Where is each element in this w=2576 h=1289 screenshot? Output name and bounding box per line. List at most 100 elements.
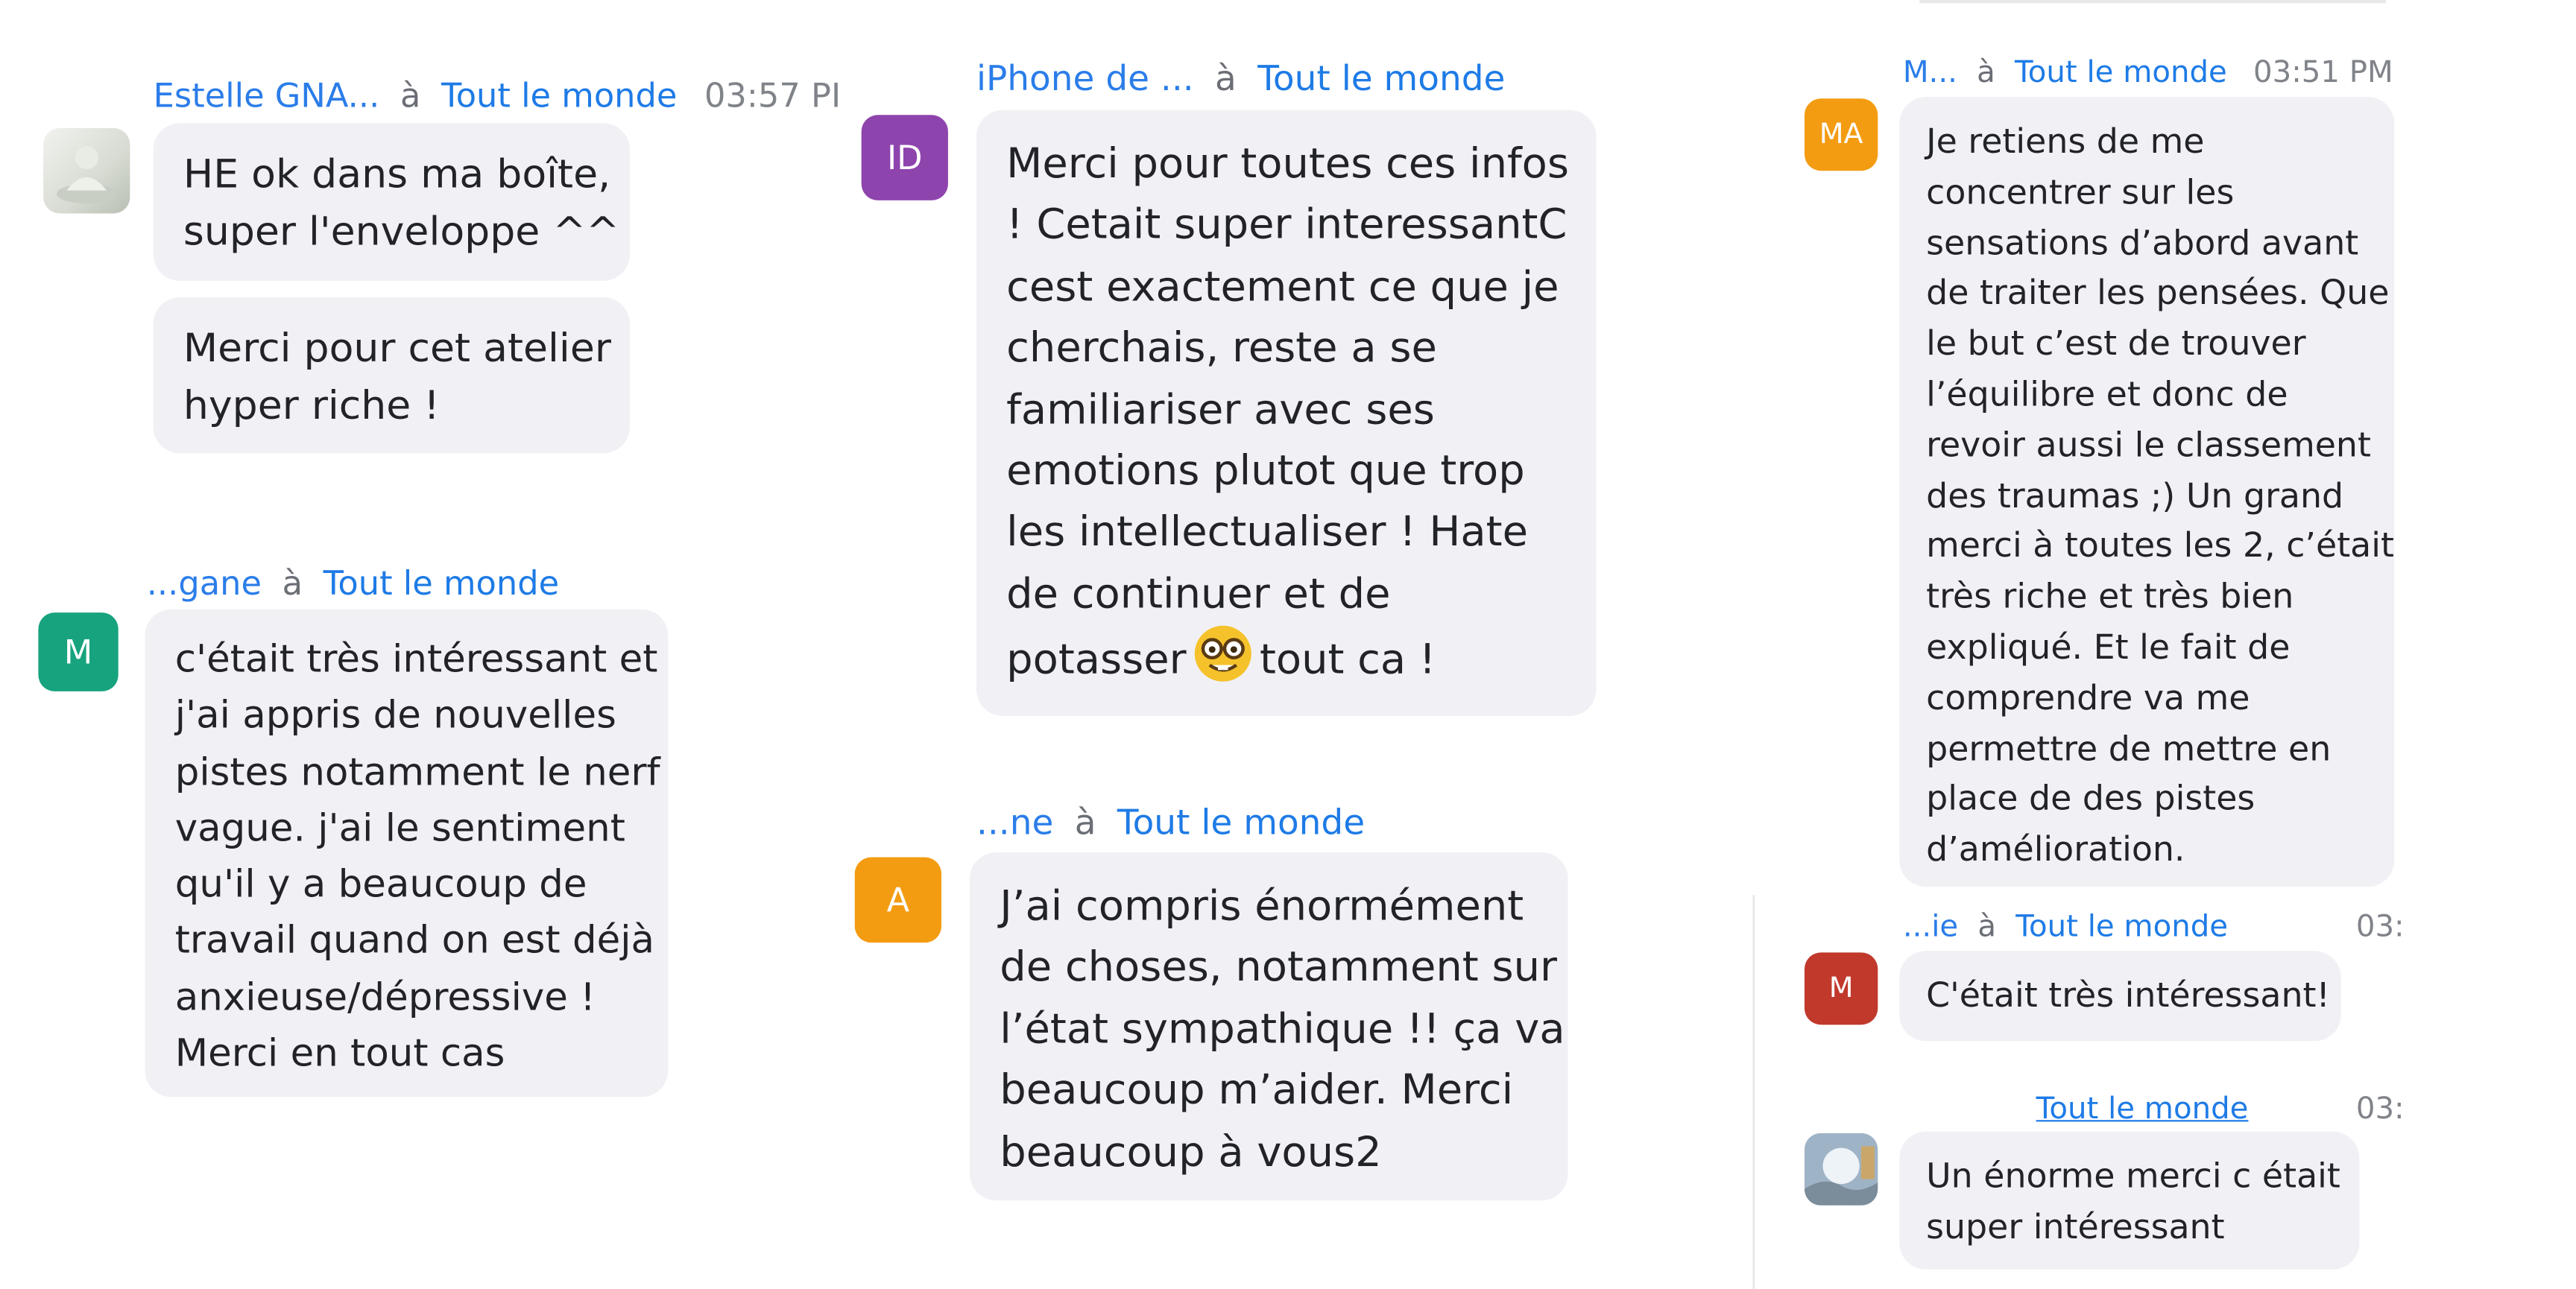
message-text-line: potasser tout ca ! [1006, 624, 1566, 691]
to-label: à [282, 563, 303, 603]
message-text-line: Merci pour cet atelier [183, 325, 611, 372]
message-time: 03: [2356, 908, 2405, 948]
message-text-line: super intéressant [1926, 1206, 2225, 1247]
recipient-link[interactable]: Tout le monde [1257, 59, 1505, 98]
avatar[interactable]: M [38, 612, 119, 691]
message-text-line: de traiter les pensées. Que [1926, 273, 2390, 313]
message-text-line: c'était très intéressant et [174, 639, 658, 682]
to-label: à [1074, 802, 1096, 843]
sender-name[interactable]: iPhone de ... [976, 59, 1194, 98]
message-header: iPhone de ... à Tout le monde [976, 59, 1505, 98]
timestamp: 03: [2355, 1092, 2405, 1127]
message-text-line: j'ai appris de nouvelles [174, 694, 616, 738]
message-text-line: beaucoup à vous2 [1000, 1127, 1382, 1176]
recipient-link[interactable]: Tout le monde [2015, 910, 2228, 944]
recipient-link[interactable]: Tout le monde [1117, 803, 1365, 843]
avatar[interactable]: MA [1804, 98, 1878, 171]
message-text-line: de continuer et de [1006, 569, 1391, 618]
avatar[interactable]: A [854, 857, 942, 943]
recipient-link[interactable]: Tout le monde [323, 563, 559, 603]
message-text-line: d’amélioration. [1926, 829, 2185, 870]
message-text-line: J’ai compris énormément [1000, 881, 1524, 930]
message-text-line: l’équilibre et donc de [1926, 374, 2288, 414]
message-text-line: concentrer sur les [1926, 171, 2235, 212]
message-time: 03: [2356, 1091, 2405, 1130]
message-text-line: sensations d’abord avant [1926, 222, 2359, 262]
message-text-line: Je retiens de me [1926, 121, 2205, 162]
message-header: ...gane à Tout le monde [147, 563, 559, 603]
message-text-line: hyper riche ! [183, 382, 440, 429]
message-text-line: C'était très intéressant! [1926, 975, 2330, 1016]
recipient-link[interactable]: Tout le monde [2015, 56, 2227, 90]
message-text-line: familiariser avec ses [1006, 385, 1435, 434]
to-label: à [1977, 55, 1995, 91]
timestamp: 03:57 PI [704, 75, 842, 115]
message-text-line: permettre de mettre en [1926, 728, 2332, 768]
message-bubble: J’ai compris énormément de choses, notam… [970, 852, 1568, 1201]
avatar-initials: ID [887, 138, 923, 178]
message-text-line: qu'il y a beaucoup de [174, 864, 587, 908]
message-text-line: merci à toutes les 2, c’était [1926, 526, 2394, 566]
message-text-line: HE ok dans ma boîte, [183, 151, 611, 197]
divider [1752, 895, 1755, 1289]
message-text-line: pistes notamment le nerf [174, 751, 660, 794]
message-text-line: Merci pour toutes ces infos [1006, 139, 1570, 188]
sender-name[interactable]: ...ie [1903, 910, 1958, 944]
message-text-line: revoir aussi le classement [1926, 425, 2371, 465]
recipient-link[interactable]: Tout le monde [2036, 1092, 2249, 1127]
message-text-line: super l'enveloppe ^^ [183, 208, 620, 255]
sender-name[interactable]: ...gane [147, 563, 262, 603]
message-text-line: des traumas ;) Un grand [1926, 475, 2344, 516]
timestamp: 03: [2355, 910, 2405, 945]
timestamp: 03:51 PM [2253, 55, 2393, 91]
message-text-line: ! Cetait super interessantC [1006, 200, 1568, 249]
message-bubble: Un énorme merci c était super intéressan… [1899, 1131, 2360, 1270]
message-text-line: de choses, notamment sur [1000, 943, 1557, 991]
message-text-line: vague. j'ai le sentiment [174, 808, 625, 851]
avatar-initials: MA [1819, 118, 1863, 151]
meditation-photo-icon [57, 146, 117, 204]
message-text-line: les intellectualiser ! Hate [1006, 508, 1529, 556]
message-header: ...ne à Tout le monde [976, 803, 1365, 843]
divider [1919, 0, 2387, 4]
message-bubble: HE ok dans ma boîte, super l'enveloppe ^… [153, 123, 630, 281]
message-header: ...ie à Tout le monde [1903, 908, 2228, 948]
message-bubble: C'était très intéressant! [1899, 951, 2341, 1042]
message-bubble: Je retiens de me concentrer sur les sens… [1899, 97, 2395, 887]
recipient-link[interactable]: Tout le monde [441, 75, 677, 115]
message-bubble: Merci pour cet atelier hyper riche ! [153, 297, 630, 454]
message-header: Tout le monde [2036, 1091, 2249, 1130]
nerd-face-emoji [1194, 626, 1251, 682]
to-label: à [400, 75, 421, 115]
message-text-line: l’état sympathique !! ça va [1000, 1004, 1565, 1053]
message-text-line: Merci en tout cas [174, 1033, 505, 1076]
avatar-initials: A [886, 880, 910, 920]
message-header: Estelle GNA... à Tout le monde 03:57 PI [154, 75, 842, 115]
avatar[interactable]: ID [861, 115, 948, 200]
avatar[interactable] [1804, 1133, 1878, 1206]
message-text-line: place de des pistes [1926, 779, 2255, 819]
sender-name[interactable]: ...ne [976, 803, 1053, 843]
message-bubble: Merci pour toutes ces infos ! Cetait sup… [976, 110, 1597, 716]
message-text-line: Un énorme merci c était [1926, 1156, 2340, 1196]
message-text-line: cest exactement ce que je [1006, 262, 1559, 311]
chat-panel: Estelle GNA... à Tout le monde 03:57 PI … [0, 0, 2576, 1289]
message-text-line: beaucoup m’aider. Merci [1000, 1065, 1514, 1114]
sender-name[interactable]: M... [1903, 56, 1957, 90]
avatar[interactable] [43, 127, 130, 214]
avatar[interactable]: M [1804, 952, 1878, 1025]
avatar-initials: M [1828, 972, 1854, 1005]
message-text-line: anxieuse/dépressive ! [174, 976, 596, 1020]
message-header: M... à Tout le monde 03:51 PM [1903, 54, 2393, 94]
message-text-line: comprendre va me [1926, 677, 2250, 718]
message-text-line: le but c’est de trouver [1926, 323, 2306, 364]
message-text-fragment: potasser [1006, 636, 1187, 684]
message-text-line: emotions plutot que trop [1006, 446, 1525, 495]
sender-name[interactable]: Estelle GNA... [154, 75, 380, 115]
message-text-line: expliqué. Et le fait de [1926, 627, 2291, 667]
message-text-line: travail quand on est déjà [174, 920, 655, 963]
to-label: à [1215, 59, 1237, 99]
to-label: à [1977, 910, 1997, 945]
avatar-initials: M [63, 632, 93, 672]
message-text-line: cherchais, reste a se [1006, 323, 1437, 372]
